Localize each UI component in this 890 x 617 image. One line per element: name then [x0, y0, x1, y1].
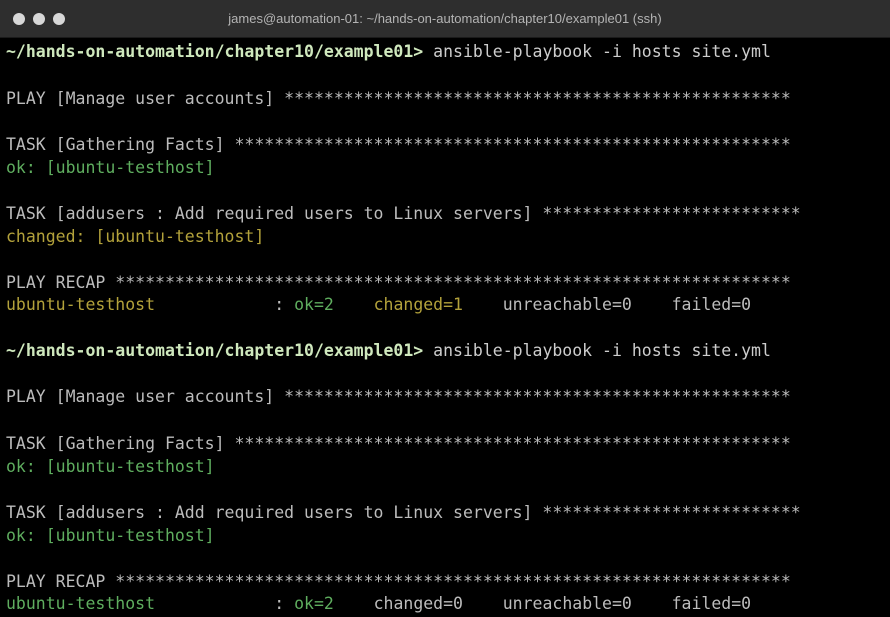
- recap-ok: ok=2: [294, 295, 334, 314]
- recap-rest: unreachable=0 failed=0: [462, 594, 752, 613]
- shell-prompt: ~/hands-on-automation/chapter10/example0…: [6, 341, 424, 360]
- task-result: ok: [ubuntu-testhost]: [6, 526, 215, 545]
- prompt-line: ~/hands-on-automation/chapter10/example0…: [6, 340, 771, 362]
- recap-line: ubuntu-testhost : ok=2 changed=1 unreach…: [6, 294, 751, 316]
- play-header: PLAY [Manage user accounts] ************…: [6, 387, 791, 406]
- recap-host: ubuntu-testhost: [6, 295, 156, 314]
- prompt-line: ~/hands-on-automation/chapter10/example0…: [6, 41, 771, 63]
- shell-command: ansible-playbook -i hosts site.yml: [423, 42, 771, 61]
- task-header: TASK [addusers : Add required users to L…: [6, 204, 801, 223]
- play-header: PLAY [Manage user accounts] ************…: [6, 89, 791, 108]
- terminal-window: james@automation-01: ~/hands-on-automati…: [0, 0, 890, 617]
- task-header: TASK [Gathering Facts] *****************…: [6, 135, 791, 154]
- recap-separator: :: [155, 295, 295, 314]
- shell-prompt: ~/hands-on-automation/chapter10/example0…: [6, 42, 424, 61]
- task-header: TASK [Gathering Facts] *****************…: [6, 434, 791, 453]
- recap-ok: ok=2: [294, 594, 334, 613]
- recap-host: ubuntu-testhost: [6, 594, 156, 613]
- terminal-output[interactable]: ~/hands-on-automation/chapter10/example0…: [0, 37, 890, 617]
- shell-command: ansible-playbook -i hosts site.yml: [423, 341, 771, 360]
- window-title: james@automation-01: ~/hands-on-automati…: [228, 11, 662, 26]
- recap-header: PLAY RECAP *****************************…: [6, 572, 791, 591]
- recap-separator: :: [155, 594, 295, 613]
- recap-changed: changed=1: [333, 295, 463, 314]
- title-bar[interactable]: james@automation-01: ~/hands-on-automati…: [0, 0, 890, 38]
- recap-changed: changed=0: [333, 594, 463, 613]
- task-result: changed: [ubuntu-testhost]: [6, 227, 265, 246]
- task-result: ok: [ubuntu-testhost]: [6, 158, 215, 177]
- task-result: ok: [ubuntu-testhost]: [6, 457, 215, 476]
- recap-line: ubuntu-testhost : ok=2 changed=0 unreach…: [6, 593, 751, 615]
- recap-rest: unreachable=0 failed=0: [462, 295, 752, 314]
- task-header: TASK [addusers : Add required users to L…: [6, 503, 801, 522]
- recap-header: PLAY RECAP *****************************…: [6, 273, 791, 292]
